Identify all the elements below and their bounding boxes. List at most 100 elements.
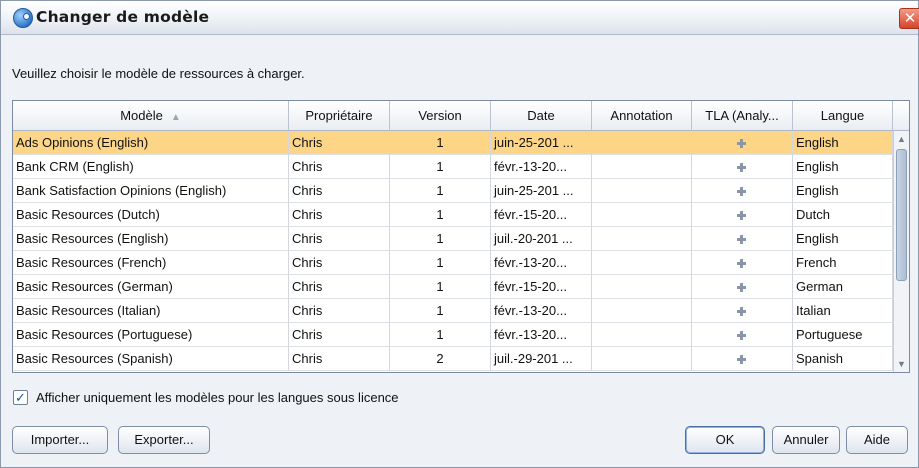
cell-tla	[692, 227, 793, 251]
cell-model: Basic Resources (Italian)	[13, 299, 289, 323]
cell-annotation	[592, 251, 692, 275]
dialog-window: Changer de modèle ✕ Veuillez choisir le …	[0, 0, 919, 468]
cell-version: 1	[390, 227, 491, 251]
export-button[interactable]: Exporter...	[118, 426, 210, 454]
cell-date: févr.-13-20...	[491, 323, 592, 347]
tla-grid-icon	[737, 186, 747, 197]
cell-tla	[692, 203, 793, 227]
tla-grid-icon	[737, 282, 747, 293]
scroll-thumb[interactable]	[896, 149, 907, 281]
column-header-tla[interactable]: TLA (Analy...	[692, 101, 793, 131]
table-row[interactable]: Basic Resources (Dutch) Chris 1 févr.-15-20…	[13, 203, 893, 227]
cell-version: 1	[390, 323, 491, 347]
scroll-down-icon[interactable]: ▼	[894, 356, 909, 372]
close-icon: ✕	[903, 10, 917, 27]
table-row[interactable]: Basic Resources (Portuguese) Chris 1 févr.-…	[13, 323, 893, 347]
cell-model: Basic Resources (English)	[13, 227, 289, 251]
table-row[interactable]: Basic Resources (German) Chris 1 févr.-15-2…	[13, 275, 893, 299]
cell-language: English	[793, 227, 893, 251]
cell-language: Dutch	[793, 203, 893, 227]
cell-model: Basic Resources (German)	[13, 275, 289, 299]
cell-model: Basic Resources (Portuguese)	[13, 323, 289, 347]
cell-owner: Chris	[289, 155, 390, 179]
cell-date: juil.-20-201 ...	[491, 227, 592, 251]
table-row[interactable]: Basic Resources (French) Chris 1 févr.-13-2…	[13, 251, 893, 275]
column-header-annotation[interactable]: Annotation	[592, 101, 692, 131]
cell-language: Spanish	[793, 347, 893, 371]
cell-date: juin-25-201 ...	[491, 179, 592, 203]
tla-grid-icon	[737, 354, 747, 365]
import-button[interactable]: Importer...	[12, 426, 108, 454]
cell-annotation	[592, 347, 692, 371]
close-button[interactable]: ✕	[899, 8, 919, 29]
column-header-date[interactable]: Date	[491, 101, 592, 131]
app-resource-icon	[13, 8, 33, 28]
cell-model: Bank CRM (English)	[13, 155, 289, 179]
sort-ascending-icon: ▲	[170, 112, 181, 123]
table-row[interactable]: Bank Satisfaction Opinions (English) Chri…	[13, 179, 893, 203]
cell-model: Ads Opinions (English)	[13, 131, 289, 155]
cell-version: 1	[390, 179, 491, 203]
instruction-text: Veuillez choisir le modèle de ressources…	[12, 66, 305, 81]
cell-tla	[692, 155, 793, 179]
help-button[interactable]: Aide	[846, 426, 908, 454]
cell-owner: Chris	[289, 227, 390, 251]
tla-grid-icon	[737, 210, 747, 221]
cell-language: English	[793, 179, 893, 203]
tla-grid-icon	[737, 138, 747, 149]
cell-version: 1	[390, 155, 491, 179]
table-header: Modèle ▲ Propriétaire Version Date Annota…	[13, 101, 909, 131]
cell-annotation	[592, 155, 692, 179]
licensed-languages-checkbox[interactable]: ✓	[13, 390, 28, 405]
cell-version: 1	[390, 251, 491, 275]
cell-language: French	[793, 251, 893, 275]
cell-tla	[692, 179, 793, 203]
cell-date: févr.-13-20...	[491, 251, 592, 275]
column-header-owner[interactable]: Propriétaire	[289, 101, 390, 131]
dialog-title: Changer de modèle	[36, 8, 210, 26]
table-row[interactable]: Basic Resources (English) Chris 1 juil.-20-…	[13, 227, 893, 251]
cell-date: févr.-13-20...	[491, 299, 592, 323]
table-row[interactable]: Bank CRM (English) Chris 1 févr.-13-20... En…	[13, 155, 893, 179]
tla-grid-icon	[737, 330, 747, 341]
cancel-button[interactable]: Annuler	[772, 426, 840, 454]
cell-language: German	[793, 275, 893, 299]
cell-tla	[692, 323, 793, 347]
cell-date: juin-25-201 ...	[491, 131, 592, 155]
cell-tla	[692, 299, 793, 323]
cell-version: 1	[390, 275, 491, 299]
cell-annotation	[592, 275, 692, 299]
column-header-language[interactable]: Langue	[793, 101, 893, 131]
cell-tla	[692, 275, 793, 299]
cell-annotation	[592, 299, 692, 323]
cell-version: 1	[390, 203, 491, 227]
tla-grid-icon	[737, 306, 747, 317]
cell-annotation	[592, 323, 692, 347]
checkmark-icon: ✓	[15, 390, 26, 405]
cell-annotation	[592, 203, 692, 227]
vertical-scrollbar[interactable]: ▲ ▼	[893, 131, 909, 372]
cell-date: févr.-15-20...	[491, 275, 592, 299]
table-row[interactable]: Basic Resources (Spanish) Chris 2 juil.-29-…	[13, 347, 893, 371]
scroll-up-icon[interactable]: ▲	[894, 131, 909, 147]
table-row[interactable]: Basic Resources (Italian) Chris 1 févr.-13-…	[13, 299, 893, 323]
cell-owner: Chris	[289, 275, 390, 299]
cell-date: févr.-15-20...	[491, 203, 592, 227]
cell-language: Portuguese	[793, 323, 893, 347]
cell-annotation	[592, 227, 692, 251]
table-row[interactable]: Ads Opinions (English) Chris 1 juin-25-201 …	[13, 131, 893, 155]
tla-grid-icon	[737, 258, 747, 269]
cell-language: English	[793, 131, 893, 155]
cell-tla	[692, 347, 793, 371]
ok-button[interactable]: OK	[685, 426, 765, 454]
tla-grid-icon	[737, 162, 747, 173]
cell-model: Basic Resources (Spanish)	[13, 347, 289, 371]
cell-version: 1	[390, 299, 491, 323]
cell-annotation	[592, 179, 692, 203]
column-header-version[interactable]: Version	[390, 101, 491, 131]
cell-tla	[692, 131, 793, 155]
cell-owner: Chris	[289, 299, 390, 323]
title-bar[interactable]: Changer de modèle ✕	[1, 1, 919, 35]
licensed-languages-label: Afficher uniquement les modèles pour les…	[36, 390, 399, 405]
column-header-model[interactable]: Modèle ▲	[13, 101, 289, 131]
